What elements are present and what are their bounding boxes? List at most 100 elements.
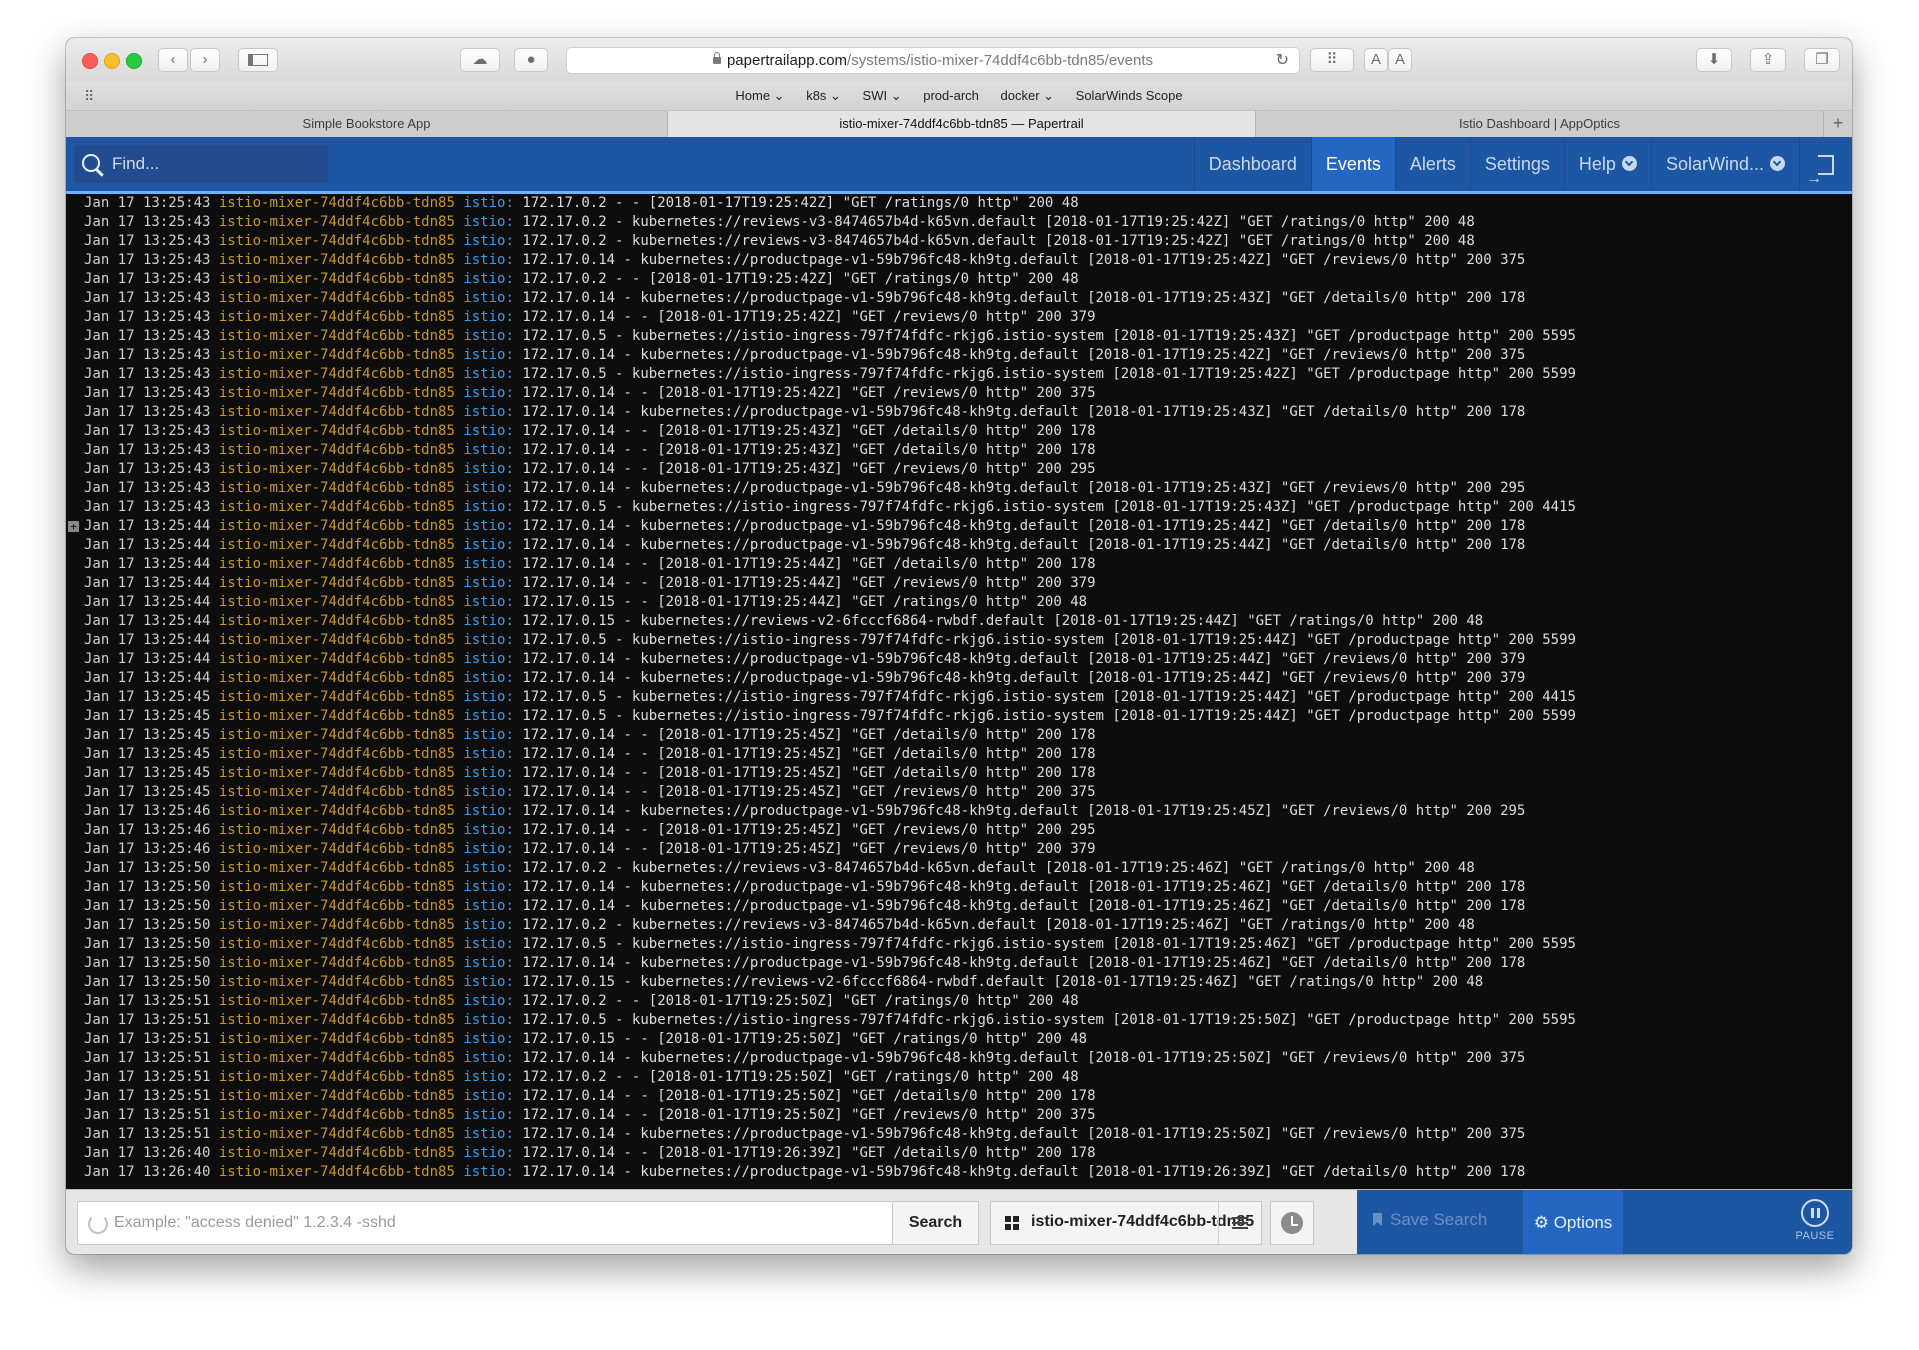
log-program[interactable]: istio: bbox=[463, 746, 514, 762]
log-program[interactable]: istio: bbox=[463, 670, 514, 686]
log-source[interactable]: istio-mixer-74ddf4c6bb-tdn85 bbox=[219, 233, 455, 249]
log-program[interactable]: istio: bbox=[463, 518, 514, 534]
sidebar-toggle-button[interactable] bbox=[238, 48, 278, 72]
log-program[interactable]: istio: bbox=[463, 1164, 514, 1180]
log-source[interactable]: istio-mixer-74ddf4c6bb-tdn85 bbox=[219, 442, 455, 458]
log-line[interactable]: Jan 17 13:25:43 istio-mixer-74ddf4c6bb-t… bbox=[66, 498, 1852, 517]
log-program[interactable]: istio: bbox=[463, 499, 514, 515]
log-source[interactable]: istio-mixer-74ddf4c6bb-tdn85 bbox=[219, 974, 455, 990]
log-source[interactable]: istio-mixer-74ddf4c6bb-tdn85 bbox=[219, 499, 455, 515]
log-program[interactable]: istio: bbox=[463, 214, 514, 230]
log-program[interactable]: istio: bbox=[463, 784, 514, 800]
log-line[interactable]: Jan 17 13:25:45 istio-mixer-74ddf4c6bb-t… bbox=[66, 764, 1852, 783]
log-line[interactable]: Jan 17 13:25:51 istio-mixer-74ddf4c6bb-t… bbox=[66, 992, 1852, 1011]
favorite-solarwinds-scope[interactable]: SolarWinds Scope bbox=[1076, 88, 1183, 103]
log-line[interactable]: Jan 17 13:25:44 istio-mixer-74ddf4c6bb-t… bbox=[66, 555, 1852, 574]
log-program[interactable]: istio: bbox=[463, 632, 514, 648]
log-line[interactable]: Jan 17 13:25:46 istio-mixer-74ddf4c6bb-t… bbox=[66, 802, 1852, 821]
log-source[interactable]: istio-mixer-74ddf4c6bb-tdn85 bbox=[219, 689, 455, 705]
log-program[interactable]: istio: bbox=[463, 879, 514, 895]
log-line[interactable]: Jan 17 13:25:43 istio-mixer-74ddf4c6bb-t… bbox=[66, 365, 1852, 384]
privacy-extension-button[interactable]: ● bbox=[514, 48, 548, 72]
log-line[interactable]: Jan 17 13:25:50 istio-mixer-74ddf4c6bb-t… bbox=[66, 954, 1852, 973]
nav-alerts[interactable]: Alerts bbox=[1394, 137, 1470, 191]
log-line[interactable]: Jan 17 13:25:44 istio-mixer-74ddf4c6bb-t… bbox=[66, 612, 1852, 631]
event-log[interactable]: Jan 17 13:25:43 istio-mixer-74ddf4c6bb-t… bbox=[66, 194, 1852, 1227]
log-program[interactable]: istio: bbox=[463, 347, 514, 363]
log-program[interactable]: istio: bbox=[463, 233, 514, 249]
log-program[interactable]: istio: bbox=[463, 993, 514, 1009]
system-selector[interactable]: istio-mixer-74ddf4c6bb-tdn85 bbox=[990, 1201, 1262, 1245]
log-program[interactable]: istio: bbox=[463, 1031, 514, 1047]
log-program[interactable]: istio: bbox=[463, 708, 514, 724]
log-line[interactable]: Jan 17 13:25:44 istio-mixer-74ddf4c6bb-t… bbox=[66, 536, 1852, 555]
log-source[interactable]: istio-mixer-74ddf4c6bb-tdn85 bbox=[219, 708, 455, 724]
log-program[interactable]: istio: bbox=[463, 385, 514, 401]
log-source[interactable]: istio-mixer-74ddf4c6bb-tdn85 bbox=[219, 328, 455, 344]
log-source[interactable]: istio-mixer-74ddf4c6bb-tdn85 bbox=[219, 1164, 455, 1180]
log-line[interactable]: Jan 17 13:25:44 istio-mixer-74ddf4c6bb-t… bbox=[66, 631, 1852, 650]
log-line[interactable]: Jan 17 13:25:51 istio-mixer-74ddf4c6bb-t… bbox=[66, 1125, 1852, 1144]
text-smaller-button[interactable]: A bbox=[1364, 48, 1388, 72]
log-program[interactable]: istio: bbox=[463, 936, 514, 952]
log-program[interactable]: istio: bbox=[463, 195, 514, 211]
log-source[interactable]: istio-mixer-74ddf4c6bb-tdn85 bbox=[219, 993, 455, 1009]
log-source[interactable]: istio-mixer-74ddf4c6bb-tdn85 bbox=[219, 917, 455, 933]
options-button[interactable]: ⚙ Options bbox=[1523, 1190, 1623, 1254]
log-line[interactable]: Jan 17 13:25:44 istio-mixer-74ddf4c6bb-t… bbox=[66, 593, 1852, 612]
log-program[interactable]: istio: bbox=[463, 461, 514, 477]
log-source[interactable]: istio-mixer-74ddf4c6bb-tdn85 bbox=[219, 822, 455, 838]
time-selector-button[interactable] bbox=[1270, 1201, 1314, 1245]
log-line[interactable]: Jan 17 13:25:50 istio-mixer-74ddf4c6bb-t… bbox=[66, 878, 1852, 897]
log-line[interactable]: Jan 17 13:25:43 istio-mixer-74ddf4c6bb-t… bbox=[66, 346, 1852, 365]
log-program[interactable]: istio: bbox=[463, 955, 514, 971]
log-line[interactable]: Jan 17 13:25:46 istio-mixer-74ddf4c6bb-t… bbox=[66, 821, 1852, 840]
log-line[interactable]: Jan 17 13:25:51 istio-mixer-74ddf4c6bb-t… bbox=[66, 1106, 1852, 1125]
log-program[interactable]: istio: bbox=[463, 974, 514, 990]
log-program[interactable]: istio: bbox=[463, 651, 514, 667]
log-program[interactable]: istio: bbox=[463, 1088, 514, 1104]
log-source[interactable]: istio-mixer-74ddf4c6bb-tdn85 bbox=[219, 594, 455, 610]
log-source[interactable]: istio-mixer-74ddf4c6bb-tdn85 bbox=[219, 1012, 455, 1028]
log-program[interactable]: istio: bbox=[463, 1050, 514, 1066]
log-line[interactable]: Jan 17 13:25:43 istio-mixer-74ddf4c6bb-t… bbox=[66, 479, 1852, 498]
log-source[interactable]: istio-mixer-74ddf4c6bb-tdn85 bbox=[219, 898, 455, 914]
log-line[interactable]: Jan 17 13:26:40 istio-mixer-74ddf4c6bb-t… bbox=[66, 1163, 1852, 1182]
log-program[interactable]: istio: bbox=[463, 537, 514, 553]
nav-dashboard[interactable]: Dashboard bbox=[1193, 137, 1311, 191]
log-line[interactable]: Jan 17 13:25:45 istio-mixer-74ddf4c6bb-t… bbox=[66, 688, 1852, 707]
log-program[interactable]: istio: bbox=[463, 575, 514, 591]
log-source[interactable]: istio-mixer-74ddf4c6bb-tdn85 bbox=[219, 575, 455, 591]
log-line[interactable]: Jan 17 13:25:50 istio-mixer-74ddf4c6bb-t… bbox=[66, 935, 1852, 954]
log-source[interactable]: istio-mixer-74ddf4c6bb-tdn85 bbox=[219, 727, 455, 743]
log-line[interactable]: Jan 17 13:25:45 istio-mixer-74ddf4c6bb-t… bbox=[66, 745, 1852, 764]
list-icon[interactable] bbox=[1232, 1217, 1248, 1229]
expand-context-icon[interactable]: + bbox=[68, 521, 79, 532]
log-line[interactable]: Jan 17 13:25:43 istio-mixer-74ddf4c6bb-t… bbox=[66, 384, 1852, 403]
nav-account[interactable]: SolarWind... bbox=[1650, 137, 1799, 191]
log-source[interactable]: istio-mixer-74ddf4c6bb-tdn85 bbox=[219, 1069, 455, 1085]
log-program[interactable]: istio: bbox=[463, 1069, 514, 1085]
log-source[interactable]: istio-mixer-74ddf4c6bb-tdn85 bbox=[219, 860, 455, 876]
log-line[interactable]: Jan 17 13:25:51 istio-mixer-74ddf4c6bb-t… bbox=[66, 1068, 1852, 1087]
log-program[interactable]: istio: bbox=[463, 1145, 514, 1161]
log-source[interactable]: istio-mixer-74ddf4c6bb-tdn85 bbox=[219, 214, 455, 230]
back-button[interactable]: ‹ bbox=[158, 48, 188, 72]
log-line[interactable]: Jan 17 13:25:51 istio-mixer-74ddf4c6bb-t… bbox=[66, 1049, 1852, 1068]
log-source[interactable]: istio-mixer-74ddf4c6bb-tdn85 bbox=[219, 632, 455, 648]
grid-extension-button[interactable]: ⠿ bbox=[1310, 48, 1354, 72]
downloads-button[interactable]: ⬇ bbox=[1696, 48, 1732, 72]
log-program[interactable]: istio: bbox=[463, 480, 514, 496]
log-program[interactable]: istio: bbox=[463, 1012, 514, 1028]
log-line[interactable]: Jan 17 13:25:50 istio-mixer-74ddf4c6bb-t… bbox=[66, 973, 1852, 992]
tab-overview-button[interactable]: ❐ bbox=[1804, 48, 1840, 72]
log-program[interactable]: istio: bbox=[463, 423, 514, 439]
log-line[interactable]: Jan 17 13:25:50 istio-mixer-74ddf4c6bb-t… bbox=[66, 897, 1852, 916]
log-source[interactable]: istio-mixer-74ddf4c6bb-tdn85 bbox=[219, 1107, 455, 1123]
icloud-tabs-button[interactable]: ☁ bbox=[460, 48, 500, 72]
nav-settings[interactable]: Settings bbox=[1469, 137, 1564, 191]
new-tab-button[interactable]: + bbox=[1824, 111, 1852, 137]
tab-papertrail[interactable]: istio-mixer-74ddf4c6bb-tdn85 — Papertrai… bbox=[668, 111, 1256, 137]
log-source[interactable]: istio-mixer-74ddf4c6bb-tdn85 bbox=[219, 879, 455, 895]
log-source[interactable]: istio-mixer-74ddf4c6bb-tdn85 bbox=[219, 765, 455, 781]
